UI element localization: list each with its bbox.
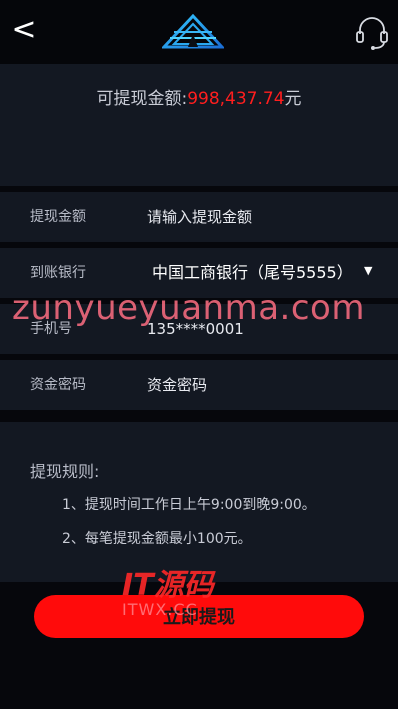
password-row[interactable]: 资金密码 资金密码 xyxy=(0,360,398,410)
watermark-site: zunyueyuanma.com xyxy=(12,288,365,328)
balance-unit: 元 xyxy=(284,89,302,109)
balance-amount: 998,437.74 xyxy=(187,89,285,109)
back-icon[interactable]: < xyxy=(10,12,38,48)
amount-label: 提现金额 xyxy=(30,209,86,225)
password-input[interactable]: 资金密码 xyxy=(147,360,207,410)
top-bar: < xyxy=(0,0,398,64)
app-logo-icon xyxy=(162,14,224,49)
balance-label: 可提现金额: xyxy=(96,89,188,109)
rules-panel: 提现规则: 1、提现时间工作日上午9:00到晚9:00。 2、每笔提现金额最小1… xyxy=(0,422,398,582)
withdrawable-balance: 可提现金额:998,437.74元 xyxy=(0,84,398,109)
headset-icon[interactable] xyxy=(353,14,391,52)
dropdown-arrow-icon[interactable]: ▼ xyxy=(364,248,372,294)
balance-panel: 可提现金额:998,437.74元 xyxy=(0,64,398,186)
amount-input[interactable]: 请输入提现金额 xyxy=(147,192,252,242)
rule-item: 2、每笔提现金额最小100元。 xyxy=(62,531,252,547)
password-label: 资金密码 xyxy=(30,377,86,393)
rule-item: 1、提现时间工作日上午9:00到晚9:00。 xyxy=(62,497,316,513)
watermark-sub: ITWX.CC xyxy=(122,600,198,619)
amount-row[interactable]: 提现金额 请输入提现金额 xyxy=(0,192,398,242)
watermark-brand: IT源码 xyxy=(122,568,214,603)
rules-title: 提现规则: xyxy=(30,462,100,481)
